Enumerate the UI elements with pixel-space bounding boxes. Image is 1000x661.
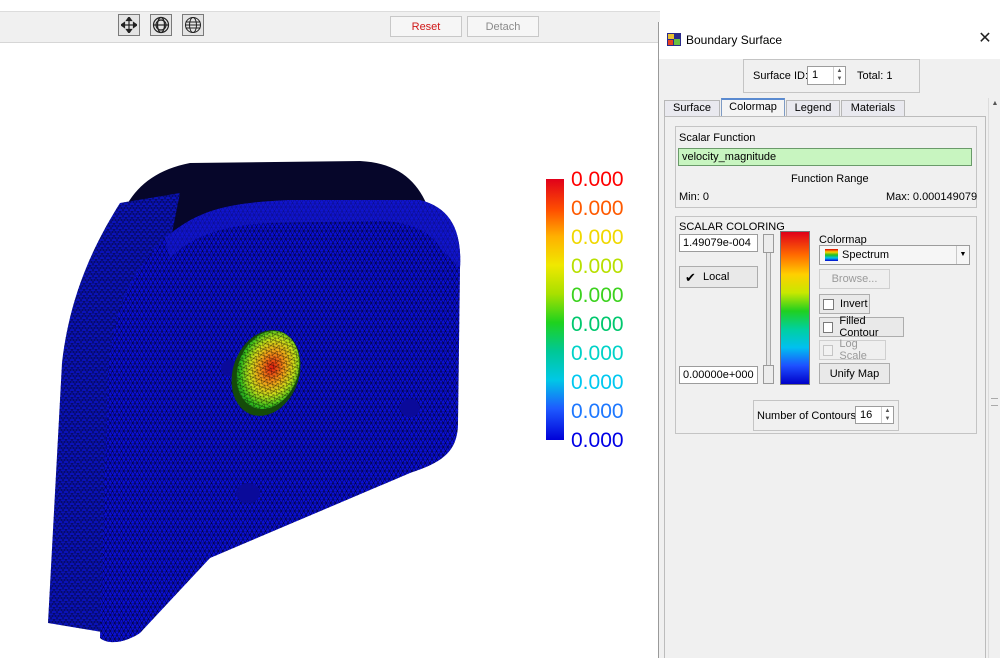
browse-button[interactable]: Browse... (819, 269, 890, 289)
vertical-scrollbar[interactable]: ▲ (988, 98, 1000, 658)
legend-value: 0.000 (571, 400, 624, 423)
invert-label: Invert (840, 298, 868, 310)
dialog-title: Boundary Surface (686, 33, 783, 47)
scalar-function-heading: Scalar Function (679, 132, 756, 144)
legend-color-bar (546, 179, 564, 440)
invert-checkbox[interactable]: Invert (819, 294, 870, 314)
legend-value: 0.000 (571, 255, 624, 278)
checkbox-unchecked-icon[interactable] (823, 321, 834, 333)
tab-colormap[interactable]: Colormap (721, 98, 785, 117)
3d-viewport[interactable] (0, 43, 658, 658)
scroll-up-icon[interactable]: ▲ (989, 100, 1000, 107)
contours-value: 16 (860, 409, 873, 421)
range-slider-max-handle[interactable] (763, 234, 774, 253)
legend-value: 0.000 (571, 168, 624, 191)
grid-globe-icon[interactable] (182, 14, 204, 36)
function-range-label: Function Range (791, 173, 869, 185)
surface-id-label: Surface ID: (753, 70, 809, 82)
app-logo-icon (667, 33, 681, 46)
colormap-selected-value: Spectrum (842, 249, 890, 261)
colormap-select[interactable]: Spectrum ▼ (819, 245, 970, 265)
legend-value: 0.000 (571, 342, 624, 365)
detach-button[interactable]: Detach (467, 16, 539, 37)
spinner-arrows-icon[interactable]: ▲ ▼ (833, 67, 845, 84)
max-value-field[interactable]: 1.49079e-004 (679, 234, 758, 252)
range-slider-track[interactable] (766, 234, 771, 384)
globe-icon[interactable] (150, 14, 172, 36)
scroll-thumb[interactable] (991, 398, 998, 406)
log-scale-label: Log Scale (839, 338, 867, 362)
legend-value: 0.000 (571, 226, 624, 249)
contours-label: Number of Contours: (757, 410, 860, 422)
legend-value: 0.000 (571, 197, 624, 220)
log-scale-checkbox[interactable]: Log Scale (819, 338, 886, 362)
scalar-coloring-heading: SCALAR COLORING (679, 221, 785, 233)
close-icon[interactable]: ✕ (976, 29, 994, 49)
reset-button[interactable]: Reset (390, 16, 462, 37)
contours-spinner[interactable]: 16 ▲ ▼ (855, 406, 894, 424)
tab-legend[interactable]: Legend (786, 100, 840, 116)
dialog-titlebar: Boundary Surface ✕ (659, 22, 1000, 59)
legend-value: 0.000 (571, 313, 624, 336)
total-label: Total: 1 (857, 70, 893, 82)
filled-contour-label: Filled Contour (839, 315, 879, 339)
checkbox-disabled-icon (823, 344, 834, 356)
boundary-surface-dialog: Boundary Surface ✕ Surface ID: 1 ▲ ▼ Tota… (658, 22, 1000, 658)
tab-surface[interactable]: Surface (664, 100, 720, 116)
local-checkbox[interactable]: ✔ Local (679, 266, 758, 288)
unify-map-button[interactable]: Unify Map (819, 363, 890, 384)
legend-value: 0.000 (571, 371, 624, 394)
range-slider-min-handle[interactable] (763, 365, 774, 384)
min-label: Min: 0 (679, 191, 709, 203)
tab-materials[interactable]: Materials (841, 100, 905, 116)
surface-id-spinner[interactable]: 1 ▲ ▼ (807, 66, 846, 85)
colormap-preview-bar (780, 231, 810, 385)
move-arrows-icon[interactable] (118, 14, 140, 36)
filled-contour-checkbox[interactable]: Filled Contour (819, 315, 904, 339)
scalar-function-field[interactable]: velocity_magnitude (678, 148, 972, 166)
local-label: Local (703, 271, 730, 283)
spectrum-swatch-icon (825, 249, 838, 261)
min-value-field[interactable]: 0.00000e+000 (679, 366, 758, 384)
checkbox-checked-icon[interactable]: ✔ (685, 271, 697, 284)
spinner-arrows-icon[interactable]: ▲ ▼ (881, 407, 893, 423)
checkbox-unchecked-icon[interactable] (823, 298, 834, 310)
chevron-down-icon[interactable]: ▼ (956, 246, 969, 264)
legend-value: 0.000 (571, 429, 624, 452)
top-border (0, 0, 660, 12)
legend-value: 0.000 (571, 284, 624, 307)
max-label: Max: 0.000149079 (886, 191, 978, 203)
surface-id-value: 1 (812, 69, 819, 81)
